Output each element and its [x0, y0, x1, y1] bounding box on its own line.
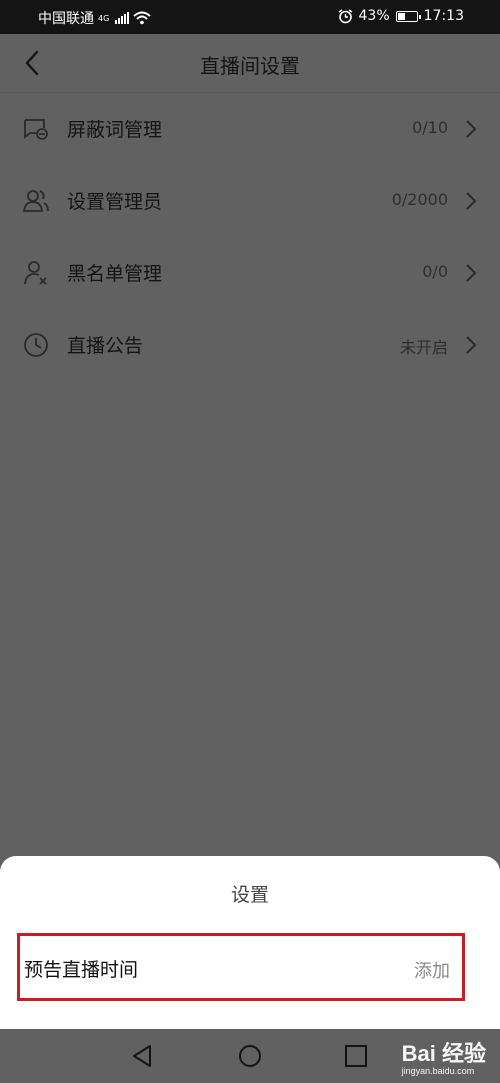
network-type: 4G — [98, 13, 110, 23]
blocked-words-icon — [24, 119, 48, 140]
settings-row-blocked-words[interactable]: 屏蔽词管理 0/10 — [0, 93, 500, 165]
chevron-right-icon — [466, 264, 477, 282]
preview-live-time-row[interactable]: 预告直播时间 添加 — [17, 933, 465, 1001]
clock-icon — [24, 333, 48, 357]
settings-row-label: 直播公告 — [67, 335, 144, 357]
carrier-label: 中国联通 — [38, 11, 94, 27]
settings-row-label: 屏蔽词管理 — [67, 119, 163, 141]
wifi-icon — [133, 11, 151, 25]
signal-icon — [115, 12, 130, 24]
blacklist-icon — [24, 261, 47, 285]
clock-time: 17:13 — [423, 8, 464, 24]
settings-row-value: 0/10 — [412, 118, 448, 137]
battery-icon — [395, 10, 421, 22]
chevron-right-icon — [466, 336, 477, 354]
settings-row-label: 设置管理员 — [67, 191, 163, 213]
add-button[interactable]: 添加 — [414, 957, 450, 983]
alarm-icon — [338, 8, 352, 23]
header: 直播间设置 — [0, 34, 500, 93]
settings-row-announcement[interactable]: 直播公告 未开启 — [0, 309, 500, 381]
settings-row-value: 0/2000 — [391, 190, 448, 209]
nav-home-icon[interactable] — [235, 1041, 265, 1071]
sheet-title: 设置 — [230, 884, 269, 906]
settings-row-admins[interactable]: 设置管理员 0/2000 — [0, 165, 500, 237]
watermark-brand: Bai 经验 — [401, 1041, 486, 1066]
status-bar: 中国联通 4G 43% 17:13 — [0, 0, 500, 34]
nav-back-icon[interactable] — [128, 1041, 158, 1071]
chevron-right-icon — [466, 192, 477, 210]
settings-row-blacklist[interactable]: 黑名单管理 0/0 — [0, 237, 500, 309]
bottom-sheet: 设置 预告直播时间 添加 — [0, 856, 500, 1029]
admins-icon — [22, 190, 49, 212]
settings-row-label: 黑名单管理 — [67, 263, 163, 285]
watermark-url: jingyan.baidu.com — [401, 1066, 475, 1076]
settings-row-value: 0/0 — [422, 262, 448, 281]
chevron-right-icon — [466, 120, 477, 138]
nav-recents-icon[interactable] — [341, 1041, 371, 1071]
preview-live-time-label: 预告直播时间 — [24, 959, 139, 981]
settings-row-value: 未开启 — [399, 338, 448, 357]
page-title: 直播间设置 — [200, 54, 300, 78]
baidu-watermark: Bai 经验 jingyan.baidu.com — [402, 1036, 486, 1076]
battery-percent: 43% — [358, 8, 390, 24]
